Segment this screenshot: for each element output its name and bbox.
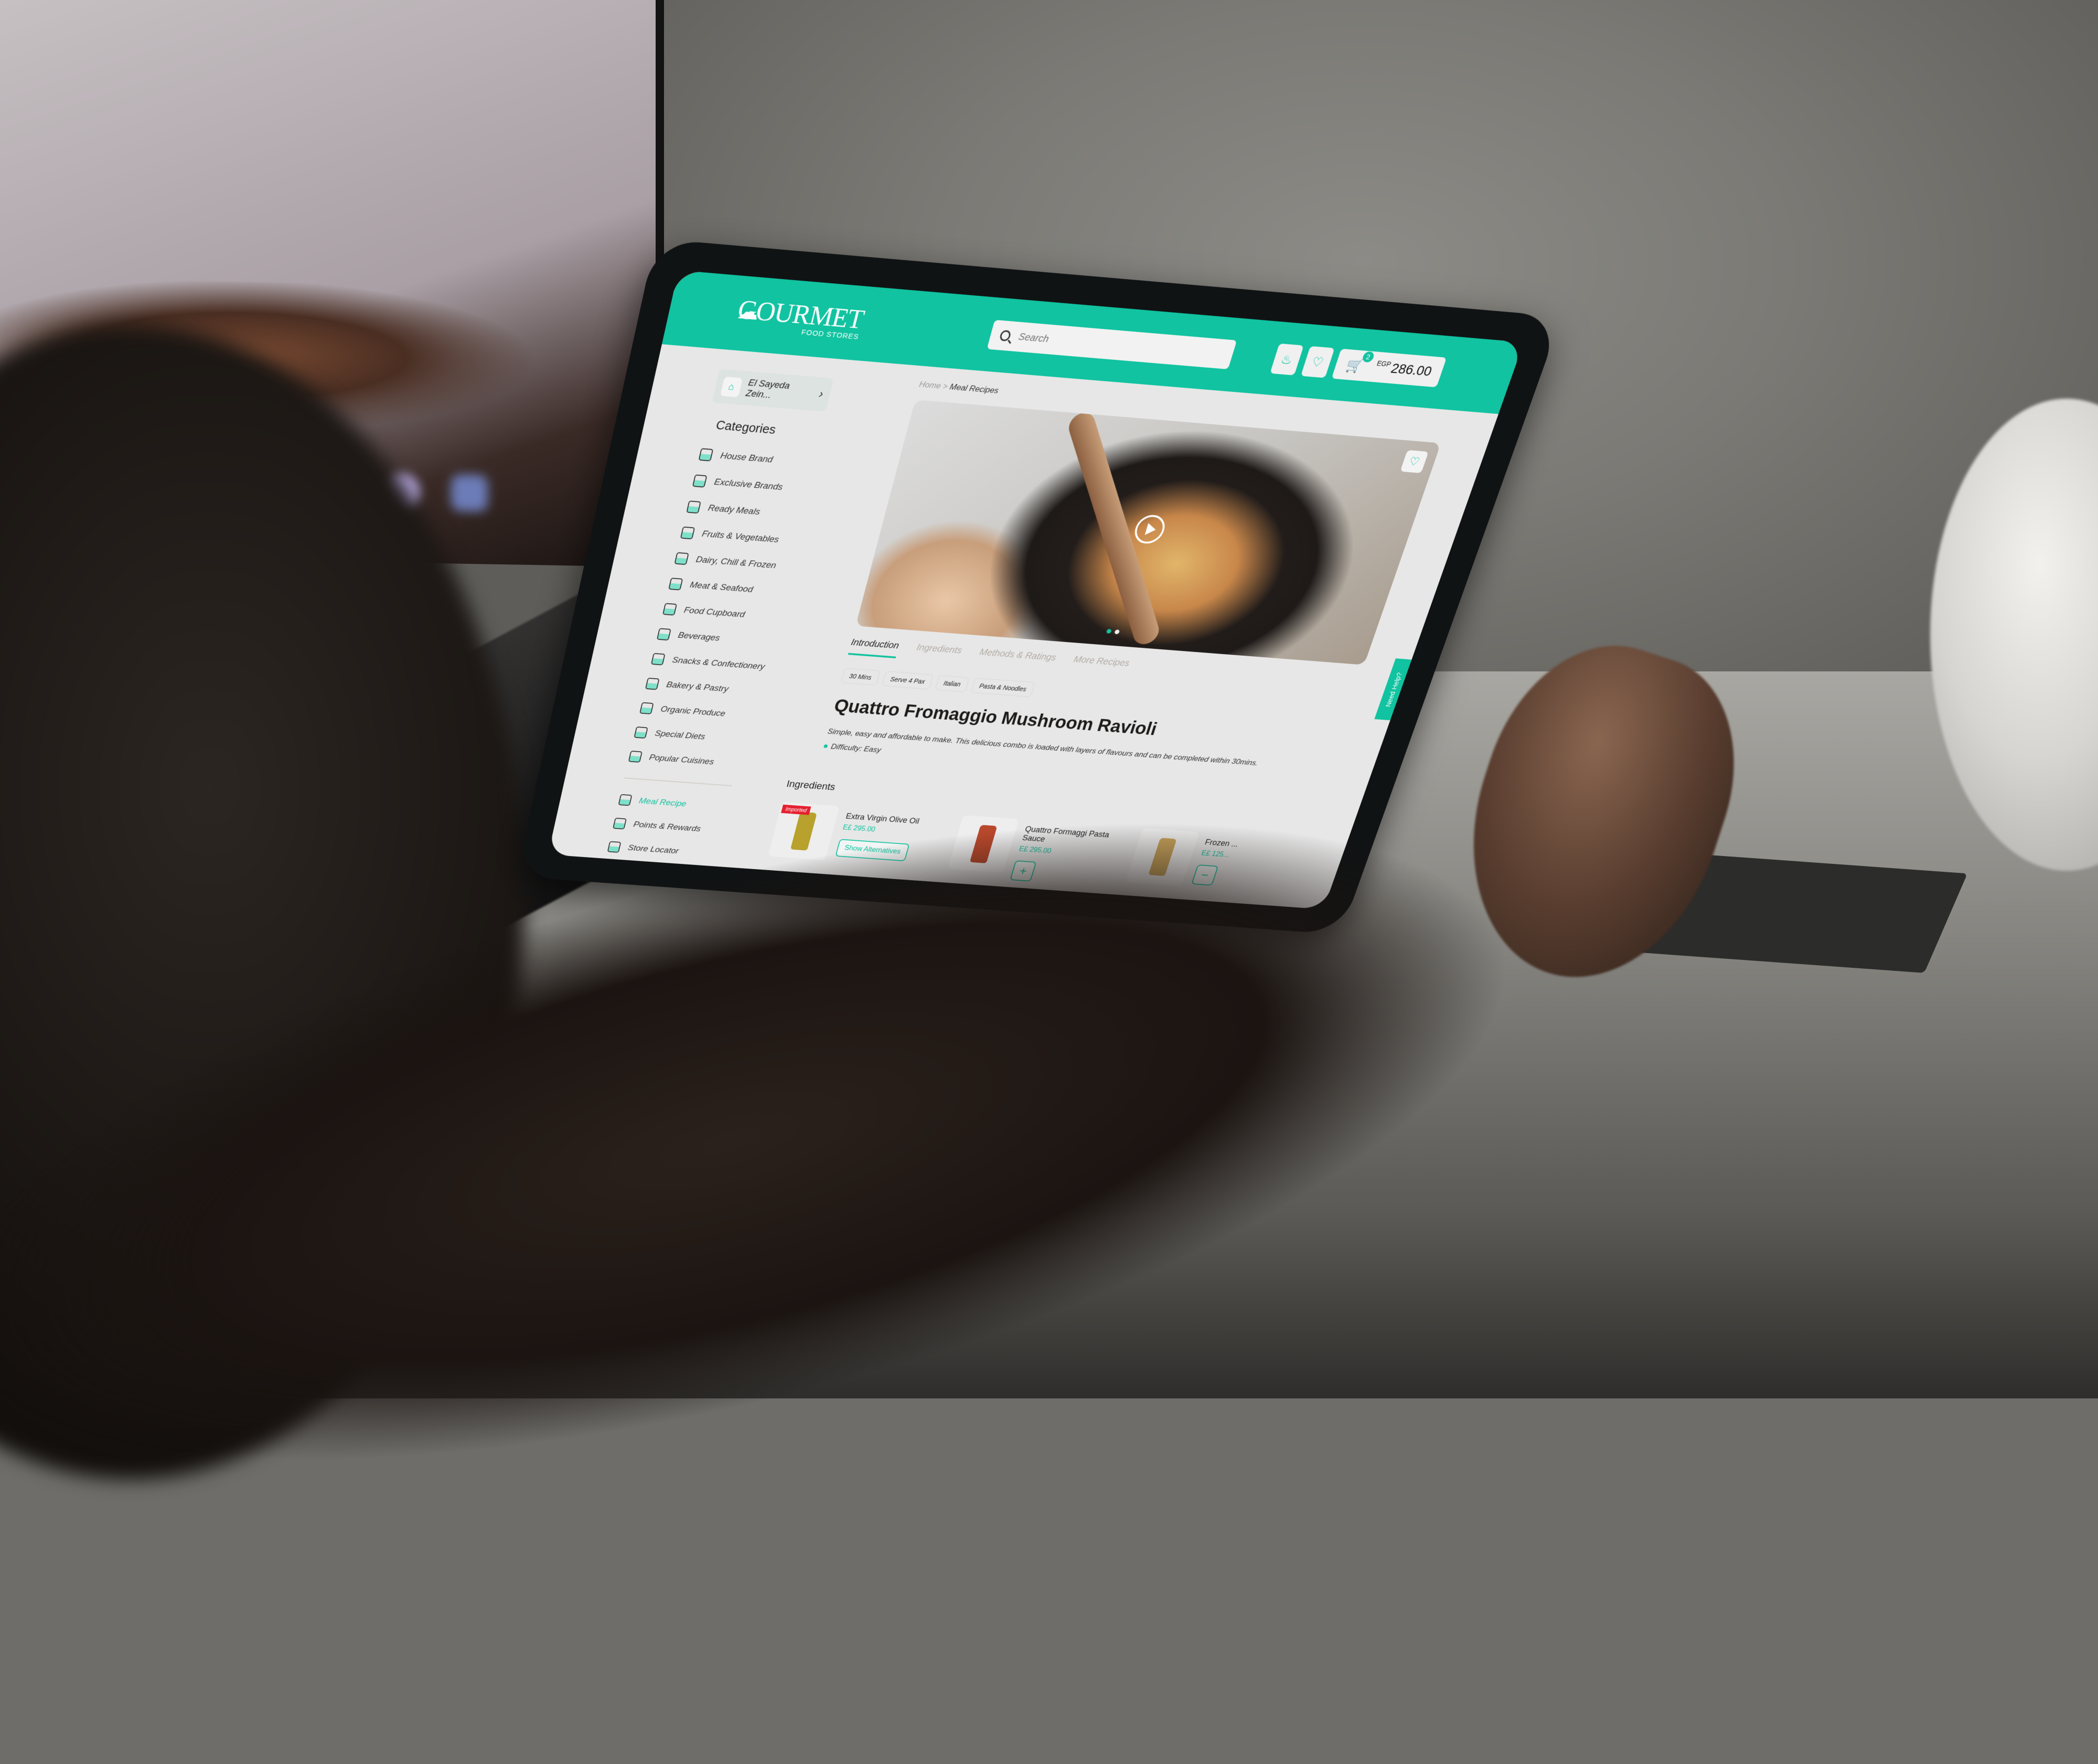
recipe-tab[interactable]: Methods & Ratings <box>976 647 1057 670</box>
beverage-icon <box>656 628 671 641</box>
category-label: Meat & Seafood <box>689 580 754 595</box>
recipe-tag: 30 Mins <box>840 668 881 686</box>
category-label: Food Cupboard <box>683 605 746 620</box>
branch-selector[interactable]: ⌂ El Sayeda Zein... › <box>712 369 834 412</box>
cart-icon: 🛒 2 <box>1344 351 1375 374</box>
leaf-icon <box>639 702 654 714</box>
dock-trash-icon <box>451 474 488 512</box>
breadcrumb-current: Meal Recipes <box>948 382 1000 395</box>
search-icon <box>999 329 1012 341</box>
categories-heading: Categories <box>714 418 778 437</box>
breadcrumb-home[interactable]: Home <box>918 380 942 391</box>
category-label: House Brand <box>719 451 774 465</box>
cart-count-badge: 2 <box>1361 351 1375 362</box>
breadcrumb-separator: > <box>941 381 949 391</box>
category-label: Beverages <box>677 630 721 643</box>
search-bar[interactable] <box>987 319 1237 370</box>
search-input[interactable] <box>1016 330 1225 360</box>
category-label: Snacks & Confectionery <box>671 655 766 672</box>
category-label: Bakery & Pastry <box>665 680 730 694</box>
delivery-bag-icon: ⌂ <box>720 376 743 398</box>
play-icon[interactable] <box>1131 514 1169 545</box>
category-label: Organic Produce <box>659 704 726 719</box>
cart-total: EGP286.00 <box>1373 359 1434 379</box>
header-actions: ♨ ♡ 🛒 2 EGP286.00 <box>1270 343 1447 388</box>
ready-meal-icon <box>686 500 701 514</box>
fruit-icon <box>680 526 695 540</box>
chevron-right-icon: › <box>817 387 825 401</box>
taco-icon <box>628 751 643 763</box>
diet-icon <box>634 726 648 739</box>
category-label: Dairy, Chill & Frozen <box>694 554 777 571</box>
carousel-dots <box>1106 628 1120 635</box>
carousel-dot[interactable] <box>1114 629 1120 635</box>
heart-icon: ♡ <box>1407 455 1422 468</box>
currency-label: EGP <box>1376 359 1393 368</box>
category-label: Ready Meals <box>707 503 762 517</box>
cans-icon <box>662 603 677 616</box>
category-label: Fruits & Vegetables <box>701 529 780 545</box>
favorite-button[interactable]: ♡ <box>1400 450 1429 474</box>
cake-icon <box>645 677 660 690</box>
cart-total-amount: 286.00 <box>1389 360 1434 379</box>
meat-icon <box>668 578 683 591</box>
chef-hat-icon: ♨ <box>1279 351 1295 367</box>
recipe-tab[interactable]: Introduction <box>848 637 901 659</box>
category-label: Special Diets <box>654 729 707 742</box>
award-icon <box>692 474 708 488</box>
cart-button[interactable]: 🛒 2 EGP286.00 <box>1331 348 1447 388</box>
category-label: Exclusive Brands <box>713 477 784 493</box>
recipe-tag: Serve 4 Pax <box>881 671 934 690</box>
wishlist-button[interactable]: ♡ <box>1300 346 1335 378</box>
branch-name: El Sayeda Zein... <box>744 378 791 401</box>
store-icon <box>698 448 714 462</box>
carousel-dot[interactable] <box>1106 628 1112 634</box>
dairy-icon <box>674 552 689 565</box>
snack-icon <box>650 653 666 666</box>
heart-icon: ♡ <box>1310 354 1326 370</box>
recipes-button[interactable]: ♨ <box>1270 343 1304 376</box>
recipe-tab[interactable]: Ingredients <box>914 643 964 663</box>
recipe-tag: Italian <box>935 675 970 692</box>
category-label: Popular Cuisines <box>648 753 715 767</box>
